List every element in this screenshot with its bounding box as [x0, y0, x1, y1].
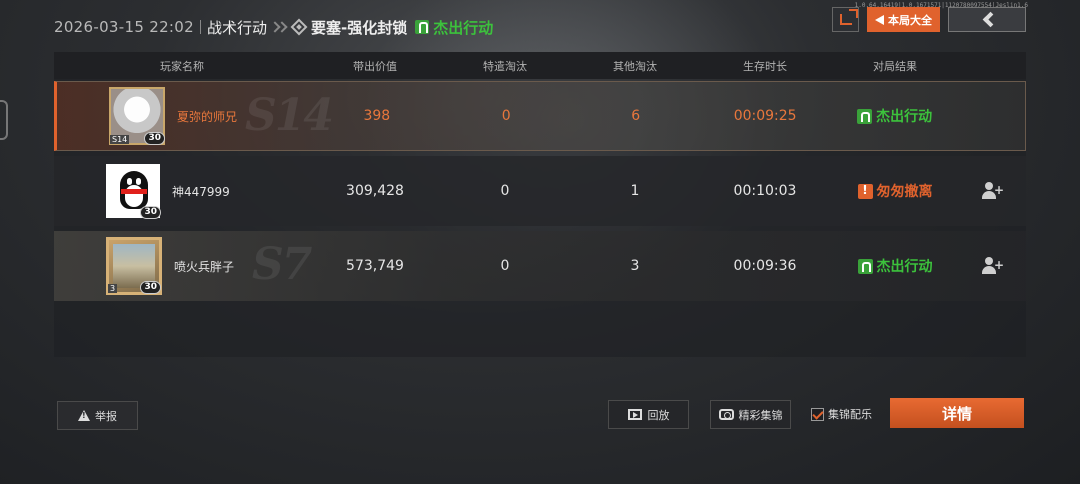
table-row[interactable]: S7 3 30 喷火兵胖子 573,749 0 3 00:09:36 杰出行动 … [54, 231, 1026, 301]
player-name: 神447999 [172, 184, 230, 199]
header-survival-time: 生存时长 [743, 59, 787, 73]
top-right-buttons: 本局大全 [832, 7, 1026, 32]
megaphone-icon [875, 14, 884, 25]
camera-icon [718, 409, 734, 420]
back-button[interactable] [948, 7, 1026, 32]
survival-time: 00:10:03 [733, 183, 797, 199]
highlights-label: 精彩集锦 [738, 408, 783, 422]
player-name: 喷火兵胖子 [174, 259, 235, 274]
level-badge: 30 [144, 132, 165, 145]
chevron-right-icon [269, 21, 288, 33]
add-friend-icon: + [982, 182, 1004, 200]
table-row[interactable]: S14 S14 30 夏弥的师兄 398 0 6 00:09:25 杰出行动 [54, 81, 1026, 151]
table-row[interactable]: 30 神447999 309,428 0 1 00:10:03 匆匆撤离 + [54, 156, 1026, 226]
music-label: 集锦配乐 [828, 408, 872, 421]
match-summary-label: 本局大全 [888, 13, 932, 27]
special-kills: 0 [501, 108, 511, 124]
match-header: 2026-03-15 22:02 战术行动 要塞-强化封锁 杰出行动 [54, 14, 493, 40]
result-label: 杰出行动 [876, 259, 933, 275]
highlights-button[interactable]: 精彩集锦 [710, 400, 791, 429]
chevron-left-icon [982, 11, 998, 28]
season-badge: 3 [108, 284, 118, 293]
add-friend-icon-head [985, 182, 993, 190]
add-friend-icon-plus: + [993, 258, 1004, 272]
extract-success-icon [857, 258, 873, 274]
result-cell: 杰出行动 [830, 256, 960, 276]
extract-success-icon [415, 20, 430, 34]
penguin-eye-right [136, 178, 141, 185]
avatar[interactable]: S14 30 [109, 87, 165, 145]
extract-value: 573,749 [346, 258, 404, 274]
result-label: 杰出行动 [876, 109, 933, 125]
avatar[interactable]: 30 [106, 164, 161, 219]
add-friend-button[interactable]: + [960, 257, 1026, 275]
replay-label: 回放 [647, 408, 670, 422]
match-summary-button[interactable]: 本局大全 [867, 7, 940, 32]
add-friend-button[interactable]: + [960, 182, 1026, 200]
result-label: 匆匆撤离 [876, 184, 933, 200]
other-kills: 6 [631, 108, 641, 124]
header-special-kills: 特遣淘汰 [483, 59, 527, 73]
share-icon [839, 9, 858, 25]
warning-triangle-icon [78, 410, 90, 421]
header-extract-value: 带出价值 [353, 59, 397, 73]
map-name: 要塞-强化封锁 [310, 18, 408, 37]
level-badge: 30 [140, 281, 161, 294]
add-friend-icon-plus: + [993, 183, 1004, 197]
header-other-kills: 其他淘汰 [613, 59, 657, 73]
season-badge: S14 [110, 135, 130, 144]
share-button[interactable] [832, 7, 859, 32]
details-button[interactable]: 详情 [890, 398, 1024, 428]
add-friend-icon: + [982, 257, 1004, 275]
header-match-result: 对局结果 [873, 59, 917, 73]
player-name: 夏弥的师兄 [177, 109, 238, 124]
replay-button[interactable]: 回放 [608, 400, 689, 429]
warning-icon [857, 183, 873, 199]
report-label: 举报 [95, 409, 117, 423]
extract-success-icon [857, 108, 873, 124]
player-cell: 30 神447999 [54, 156, 310, 226]
highlight-music-toggle[interactable]: 集锦配乐 [811, 406, 872, 422]
side-drawer-handle[interactable] [0, 100, 8, 140]
player-cell: 3 30 喷火兵胖子 [54, 231, 310, 301]
add-friend-icon-head [985, 257, 993, 265]
music-checkbox[interactable] [811, 407, 824, 421]
film-play-icon [627, 409, 642, 420]
other-kills: 3 [630, 258, 640, 274]
map-diamond-icon [290, 18, 308, 36]
game-mode: 战术行动 [206, 18, 267, 37]
extract-value: 309,428 [346, 183, 404, 199]
avatar[interactable]: 3 30 [106, 237, 162, 295]
result-cell: 杰出行动 [830, 106, 959, 126]
player-cell: S14 30 夏弥的师兄 [57, 82, 312, 150]
survival-time: 00:09:25 [733, 108, 797, 124]
match-result: 杰出行动 [433, 18, 494, 37]
result-cell: 匆匆撤离 [830, 181, 960, 201]
report-button[interactable]: 举报 [57, 401, 138, 430]
special-kills: 0 [500, 258, 510, 274]
penguin-scarf [121, 189, 147, 194]
level-badge: 30 [140, 206, 161, 219]
header-divider [199, 20, 201, 34]
table-header: 玩家名称 带出价值 特遣淘汰 其他淘汰 生存时长 对局结果 [54, 52, 1026, 79]
survival-time: 00:09:36 [733, 258, 797, 274]
details-label: 详情 [941, 404, 972, 423]
match-datetime: 2026-03-15 22:02 [54, 18, 194, 36]
penguin-eye-left [127, 178, 132, 185]
other-kills: 1 [630, 183, 640, 199]
special-kills: 0 [500, 183, 510, 199]
header-player-name: 玩家名称 [160, 59, 204, 73]
